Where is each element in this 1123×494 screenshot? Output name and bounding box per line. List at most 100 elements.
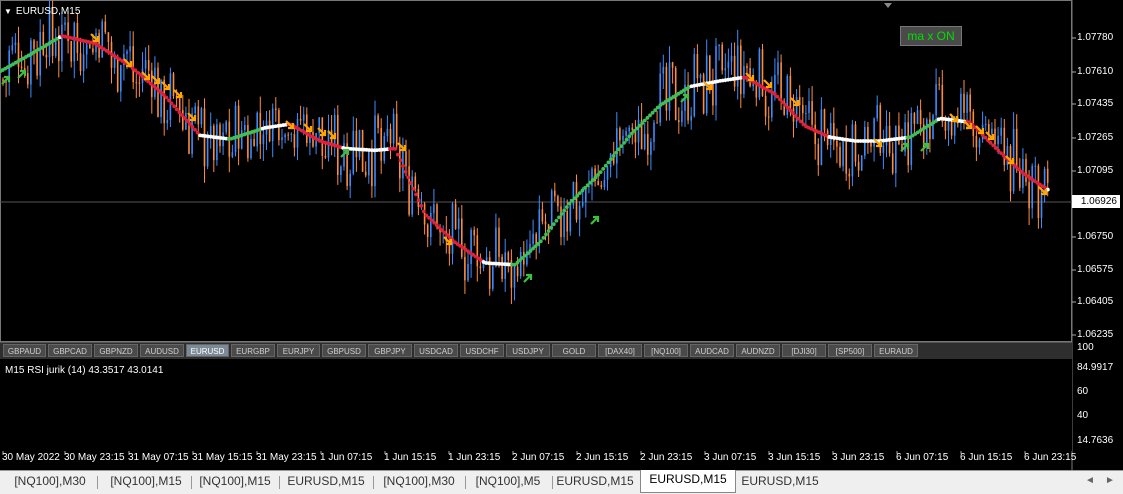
candle-body xyxy=(557,196,559,206)
candle-body xyxy=(473,230,475,235)
symbol-button-usdjpy[interactable]: USDJPY xyxy=(506,344,550,357)
moving-average-dot xyxy=(796,117,800,121)
symbol-button-gbpjpy[interactable]: GBPJPY xyxy=(368,344,412,357)
candle-body xyxy=(938,84,940,85)
symbol-button-dji30[interactable]: [DJI30] xyxy=(782,344,826,357)
candle-body xyxy=(1016,129,1018,168)
candle-body xyxy=(604,180,606,187)
candle-body xyxy=(160,80,162,117)
moving-average-dot xyxy=(412,187,416,191)
symbol-button-gbpaud[interactable]: GBPAUD xyxy=(3,344,46,357)
tab-scroll-left-icon[interactable]: ◄ xyxy=(1085,475,1095,486)
symbol-button-gold[interactable]: GOLD xyxy=(552,344,596,357)
moving-average-dot xyxy=(175,107,179,111)
candle-body xyxy=(715,46,717,105)
symbol-button-audusd[interactable]: AUDUSD xyxy=(140,344,184,357)
candle-body xyxy=(1035,166,1037,167)
symbol-button-eurusd[interactable]: EURUSD xyxy=(186,344,229,357)
candle-body xyxy=(886,126,888,146)
candle-body xyxy=(582,203,584,206)
moving-average-dot xyxy=(399,158,403,162)
candle-body xyxy=(765,96,767,117)
candle-body xyxy=(105,22,107,33)
candle-body xyxy=(845,140,847,174)
candle-body xyxy=(771,93,773,118)
candle-body xyxy=(353,131,355,174)
chart-tab[interactable]: EURUSD,M15 xyxy=(282,472,370,491)
candle-body xyxy=(737,46,739,87)
candle-body xyxy=(291,134,293,135)
moving-average-dot xyxy=(607,160,611,164)
candle-body xyxy=(808,101,810,113)
symbol-button-nq100[interactable]: [NQ100] xyxy=(644,344,688,357)
moving-average-dot xyxy=(601,167,605,171)
candle-body xyxy=(1038,166,1040,218)
moving-average-dot xyxy=(185,119,189,123)
chart-tab[interactable]: [NQ100],M30 xyxy=(6,472,94,491)
candle-body xyxy=(734,56,736,87)
symbol-button-usdchf[interactable]: USDCHF xyxy=(460,344,504,357)
candle-body xyxy=(678,120,680,122)
symbol-button-sp500[interactable]: [SP500] xyxy=(828,344,872,357)
moving-average-dot xyxy=(560,212,564,216)
symbol-button-euraud[interactable]: EURAUD xyxy=(874,344,918,357)
candle-body xyxy=(963,94,965,113)
candle-body xyxy=(985,124,987,125)
tab-separator xyxy=(97,476,98,489)
candle-body xyxy=(969,95,971,112)
rsi-axis-label: 60 xyxy=(1077,386,1088,397)
candle-body xyxy=(780,62,782,101)
candle-body xyxy=(653,123,655,142)
chart-tab[interactable]: EURUSD,M15 xyxy=(740,472,820,491)
chart-tab[interactable]: EURUSD,M15 xyxy=(640,470,736,493)
moving-average-dot xyxy=(625,138,629,142)
candle-body xyxy=(709,55,711,82)
candle-body xyxy=(129,46,131,51)
chart-tab[interactable]: [NQ100],M30 xyxy=(376,472,462,491)
symbol-button-usdcad[interactable]: USDCAD xyxy=(414,344,458,357)
candle-body xyxy=(576,182,578,220)
moving-average-dot xyxy=(617,147,621,151)
moving-average-dot xyxy=(799,120,803,124)
chart-tab[interactable]: [NQ100],M5 xyxy=(467,472,549,491)
candle-body xyxy=(464,257,466,280)
chevron-down-icon[interactable]: ▼ xyxy=(4,7,12,16)
symbol-button-gbpusd[interactable]: GBPUSD xyxy=(322,344,366,357)
symbol-button-gbpcad[interactable]: GBPCAD xyxy=(48,344,92,357)
tab-separator xyxy=(552,476,553,489)
candle-body xyxy=(340,167,342,175)
moving-average-dot xyxy=(781,100,785,104)
symbol-button-eurjpy[interactable]: EURJPY xyxy=(277,344,320,357)
time-label: 3 Jun 15:15 xyxy=(768,452,820,463)
time-label: 6 Jun 15:15 xyxy=(960,452,1012,463)
candle-body xyxy=(883,146,885,153)
moving-average-dot xyxy=(789,109,793,113)
chart-tab[interactable]: EURUSD,M15 xyxy=(555,472,635,491)
candle-body xyxy=(802,105,804,113)
tab-scroll-right-icon[interactable]: ► xyxy=(1105,475,1115,486)
candle-body xyxy=(139,83,141,84)
symbol-button-gbpnzd[interactable]: GBPNZD xyxy=(94,344,138,357)
moving-average-dot xyxy=(417,198,421,202)
candle-body xyxy=(43,32,45,55)
candle-body xyxy=(433,204,435,213)
candle-body xyxy=(647,134,649,155)
candle-body xyxy=(892,153,894,173)
symbol-button-eurgbp[interactable]: EURGBP xyxy=(231,344,275,357)
candle-body xyxy=(145,60,147,68)
candle-body xyxy=(427,225,429,237)
symbol-button-audnzd[interactable]: AUDNZD xyxy=(736,344,780,357)
rsi-axis-label: 14.7636 xyxy=(1077,435,1113,446)
moving-average-dot xyxy=(612,154,616,158)
moving-average-dot xyxy=(406,175,410,179)
candle-body xyxy=(632,128,634,130)
candle-body xyxy=(920,110,922,124)
candle-body xyxy=(563,211,565,237)
chart-tab[interactable]: [NQ100],M15 xyxy=(194,472,276,491)
candle-body xyxy=(814,125,816,144)
symbol-button-audcad[interactable]: AUDCAD xyxy=(690,344,734,357)
chart-tab[interactable]: [NQ100],M15 xyxy=(104,472,188,491)
candle-body xyxy=(198,106,200,124)
symbol-button-dax40[interactable]: [DAX40] xyxy=(598,344,642,357)
ma-toggle-button[interactable]: ma x ON xyxy=(900,26,962,46)
